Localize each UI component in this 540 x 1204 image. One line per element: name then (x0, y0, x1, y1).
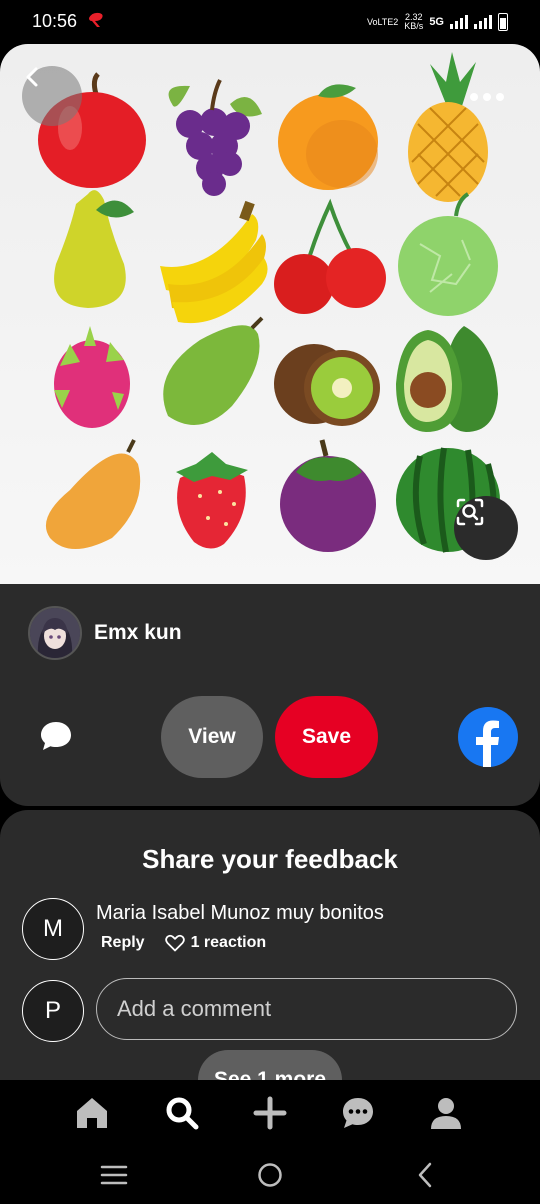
signal-icon-2 (474, 15, 492, 29)
dragon-fruit-image (54, 326, 130, 428)
current-user-avatar[interactable]: P (22, 980, 84, 1042)
volte-indicator: VoLTE2 (366, 16, 399, 27)
system-nav (0, 1146, 540, 1204)
facebook-icon (476, 720, 499, 767)
nav-create[interactable] (250, 1093, 290, 1133)
status-time: 10:56 (32, 11, 78, 31)
status-icons: VoLTE2 2.32 KB/s 5G (367, 9, 508, 35)
creator-name[interactable]: Emx kun (94, 621, 182, 645)
facebook-share-button[interactable] (458, 707, 518, 767)
comment-button[interactable] (36, 716, 76, 756)
pineapple-image (408, 52, 488, 202)
bottom-nav (0, 1080, 540, 1146)
home-circle-icon (258, 1163, 282, 1187)
nav-profile[interactable] (426, 1093, 466, 1133)
avatar-image (30, 608, 80, 658)
kiwi-image (274, 344, 380, 426)
nav-search[interactable] (162, 1093, 202, 1133)
volte-label: VoLTE2 (366, 16, 399, 27)
creator-avatar[interactable] (28, 606, 82, 660)
back-button[interactable] (22, 66, 82, 126)
battery-icon (498, 13, 508, 31)
chevron-left-icon (26, 67, 38, 87)
view-button[interactable]: View (161, 696, 263, 778)
status-bar: 10:56 VoLTE2 2.32 KB/s 5G (0, 0, 540, 44)
mangosteen-image (280, 439, 376, 552)
strawberry-image (176, 452, 248, 549)
orange-image (278, 84, 378, 190)
comment-meta: Reply 1 reaction (101, 934, 266, 952)
pear-image (54, 190, 134, 308)
comment-input[interactable] (96, 978, 517, 1040)
back-system-button[interactable] (408, 1160, 442, 1190)
network-type: 5G (429, 16, 444, 28)
feedback-title: Share your feedback (142, 844, 398, 874)
commenter-avatar[interactable]: M (22, 898, 84, 960)
grapes-image (168, 79, 262, 196)
reaction-count: 1 reaction (190, 934, 267, 951)
pin-image[interactable] (0, 44, 540, 584)
nav-home[interactable] (72, 1093, 112, 1133)
banana-image (160, 200, 268, 324)
avocado-image (396, 326, 498, 432)
pin-actions: View Save (0, 696, 540, 780)
cherries-image (274, 198, 386, 314)
more-options-button[interactable] (462, 84, 512, 110)
signal-icon (450, 15, 468, 29)
search-icon (166, 1097, 199, 1130)
comment-text: Maria Isabel Munoz muy bonitos (96, 902, 384, 924)
feedback-section: Share your feedback M Maria Isabel Munoz… (0, 810, 540, 1110)
heart-icon (164, 934, 185, 952)
save-button[interactable]: Save (275, 696, 378, 778)
carrier-logo-icon (86, 10, 106, 35)
melon-image (398, 192, 498, 316)
papaya-image (163, 316, 264, 425)
create-icon (253, 1096, 287, 1130)
profile-icon (431, 1098, 461, 1129)
nav-messages[interactable] (338, 1093, 378, 1133)
recents-icon (100, 1165, 128, 1185)
visual-search-icon (456, 498, 484, 526)
pin-card: Emx kun View Save (0, 44, 540, 806)
more-dots-icon (470, 93, 478, 101)
reaction-button[interactable]: 1 reaction (164, 934, 267, 952)
mango-image (45, 439, 141, 549)
more-dot (483, 93, 491, 101)
data-speed: 2.32 KB/s (404, 13, 423, 31)
home-icon (77, 1098, 107, 1128)
comment-icon (41, 722, 71, 750)
creator-info[interactable]: Emx kun (28, 606, 182, 660)
speed-unit: KB/s (404, 21, 424, 31)
more-dot (496, 93, 504, 101)
reply-button[interactable]: Reply (101, 934, 145, 952)
back-icon (418, 1162, 432, 1188)
visual-search-button[interactable] (454, 496, 518, 560)
messages-icon (343, 1098, 373, 1128)
home-system-button[interactable] (253, 1160, 287, 1190)
recents-button[interactable] (97, 1160, 131, 1190)
